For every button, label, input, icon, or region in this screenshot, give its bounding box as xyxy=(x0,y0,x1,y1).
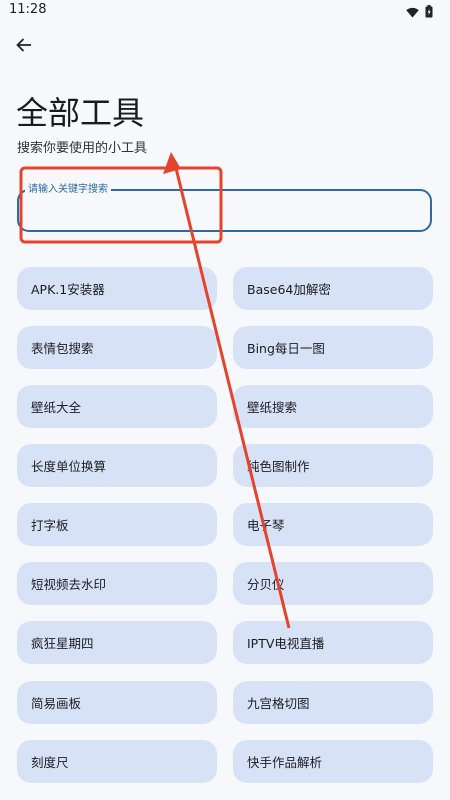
tool-button-apk-installer[interactable]: APK.1安装器 xyxy=(17,267,217,310)
annotation-arrow-head xyxy=(163,152,181,174)
tool-button-typing-board[interactable]: 打字板 xyxy=(17,503,217,546)
tool-button-electronic-piano[interactable]: 电子琴 xyxy=(233,503,433,546)
tool-button-kuaishou-parser[interactable]: 快手作品解析 xyxy=(233,740,433,783)
tool-button-bing-daily[interactable]: Bing每日一图 xyxy=(233,326,433,369)
screen: 11:28 全部工具 搜索你要使用的小工具 请输入关键字搜索 APK.1安装器 … xyxy=(0,0,450,800)
arrow-left-icon xyxy=(15,36,33,58)
tool-button-length-converter[interactable]: 长度单位换算 xyxy=(17,444,217,487)
page-subtitle: 搜索你要使用的小工具 xyxy=(17,141,148,156)
back-button[interactable] xyxy=(10,33,38,61)
wifi-icon xyxy=(406,3,419,22)
status-icons xyxy=(406,3,433,22)
tool-button-wallpaper-collection[interactable]: 壁纸大全 xyxy=(17,385,217,428)
tool-button-iptv[interactable]: IPTV电视直播 xyxy=(233,621,433,664)
tool-button-watermark-remover[interactable]: 短视频去水印 xyxy=(17,562,217,605)
tool-button-grid-cut[interactable]: 九宫格切图 xyxy=(233,681,433,724)
status-bar: 11:28 xyxy=(0,0,450,22)
tool-button-crazy-thursday[interactable]: 疯狂星期四 xyxy=(17,621,217,664)
tool-button-ruler[interactable]: 刻度尺 xyxy=(17,740,217,783)
battery-icon xyxy=(425,3,433,22)
tool-button-wallpaper-search[interactable]: 壁纸搜索 xyxy=(233,385,433,428)
search-label: 请输入关键字搜索 xyxy=(25,180,111,195)
page-title: 全部工具 xyxy=(16,94,145,132)
tool-button-simple-drawing[interactable]: 简易画板 xyxy=(17,681,217,724)
tool-button-base64[interactable]: Base64加解密 xyxy=(233,267,433,310)
search-input[interactable] xyxy=(30,200,424,226)
status-time: 11:28 xyxy=(9,2,47,17)
tool-button-emoji-search[interactable]: 表情包搜索 xyxy=(17,326,217,369)
tool-button-decibel-meter[interactable]: 分贝仪 xyxy=(233,562,433,605)
tool-button-solid-color-image[interactable]: 纯色图制作 xyxy=(233,444,433,487)
